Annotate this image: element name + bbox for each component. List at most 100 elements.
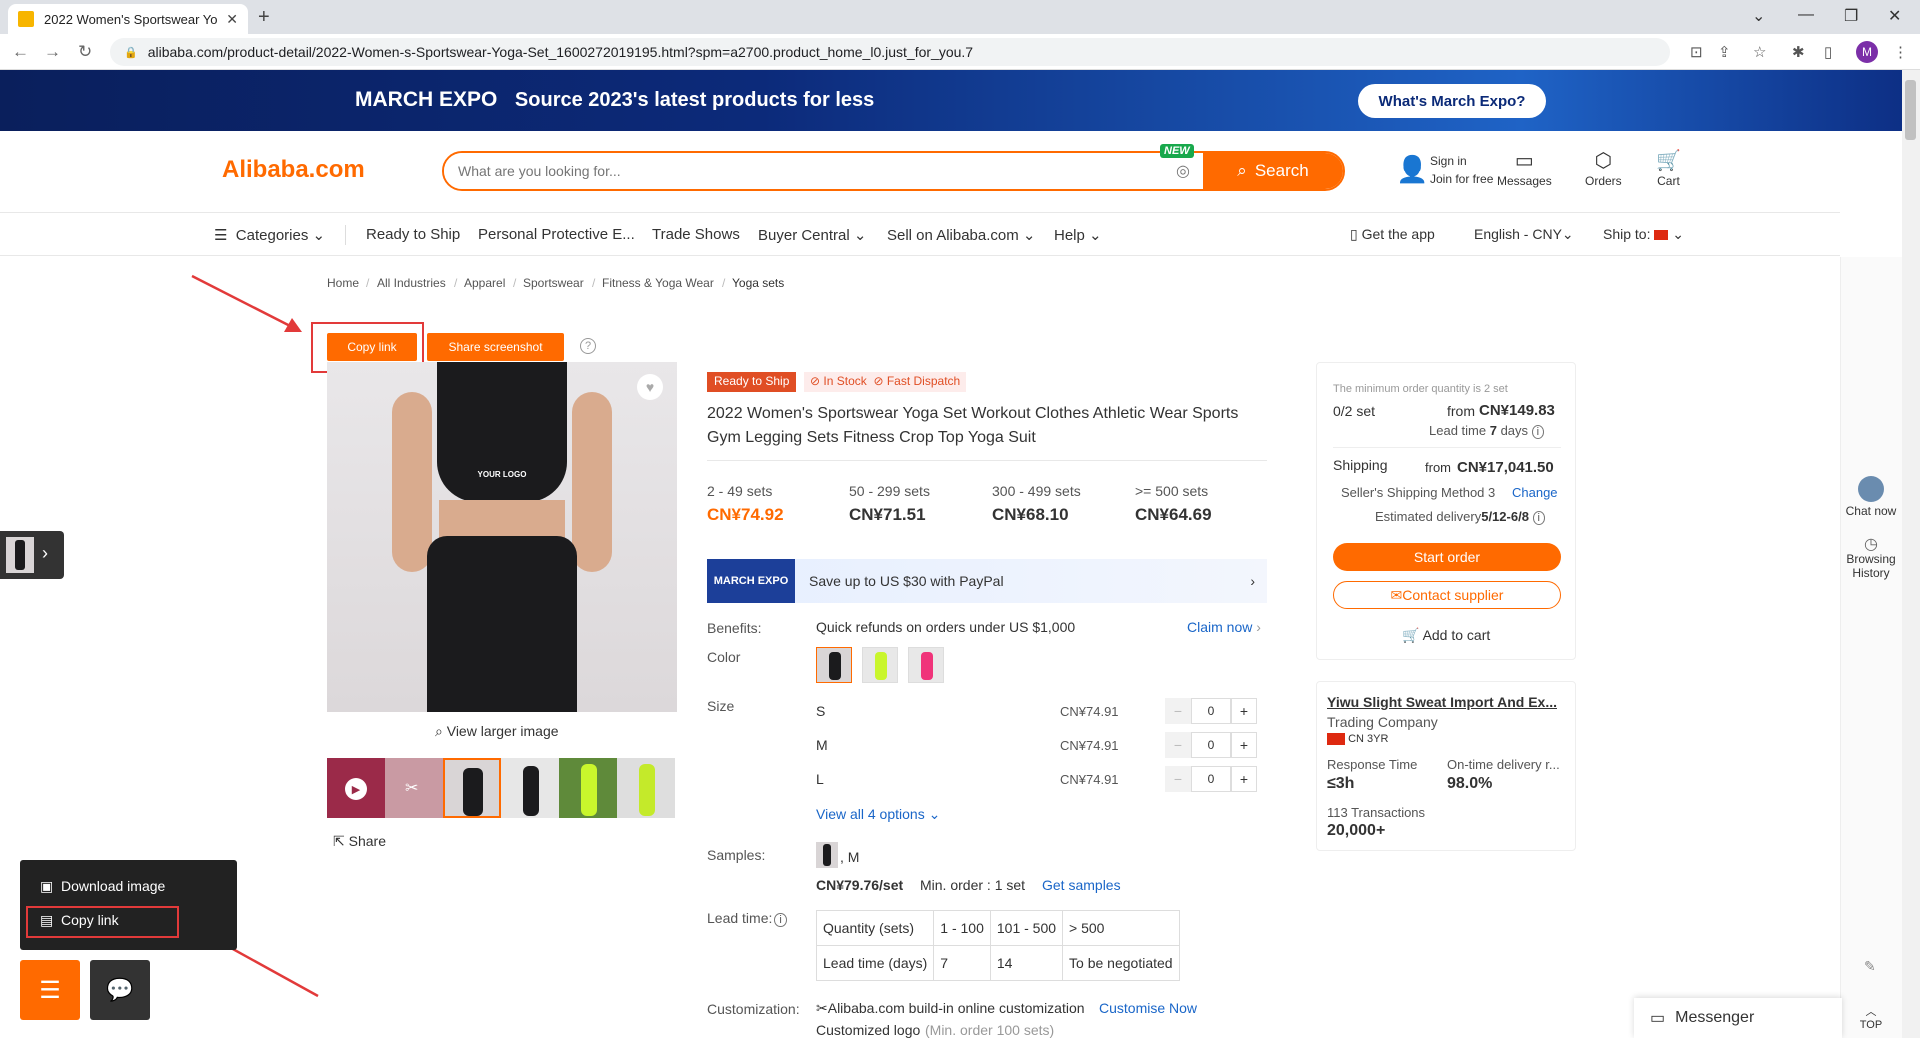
alibaba-logo[interactable]: Alibaba.com	[222, 156, 365, 184]
browser-menu-icon[interactable]: ⋮	[1893, 43, 1908, 61]
share-page-icon[interactable]: ⇪	[1718, 43, 1731, 61]
reload-icon[interactable]: ↻	[78, 42, 92, 62]
camera-search-icon[interactable]: ◎	[1163, 153, 1203, 189]
bookmark-star-icon[interactable]: ☆	[1753, 43, 1766, 61]
share-screenshot-button[interactable]: Share screenshot	[427, 333, 564, 361]
back-icon[interactable]: ←	[12, 42, 29, 62]
nav-ready-to-ship[interactable]: Ready to Ship	[366, 226, 460, 243]
breadcrumb-fitness-yoga[interactable]: Fitness & Yoga Wear	[602, 276, 714, 290]
quantity-input[interactable]: 0	[1191, 732, 1231, 758]
contact-supplier-button[interactable]: ✉ Contact supplier	[1333, 581, 1561, 609]
profile-avatar[interactable]: M	[1856, 41, 1878, 63]
help-icon[interactable]: ?	[580, 338, 596, 354]
feedback-icon[interactable]: ✎	[1864, 958, 1876, 975]
breadcrumb-apparel[interactable]: Apparel	[464, 276, 505, 290]
browsing-history-button[interactable]: ◷ Browsing History	[1844, 537, 1898, 581]
orders-link[interactable]: ⬡ Orders	[1585, 148, 1622, 188]
decrement-button[interactable]: −	[1165, 698, 1191, 724]
china-flag-icon	[1327, 733, 1345, 746]
thumbnail-image[interactable]	[559, 758, 617, 818]
info-icon[interactable]: i	[774, 913, 787, 927]
thumbnail-image[interactable]	[617, 758, 675, 818]
sign-in-area[interactable]: 👤 Sign in Join for free	[1396, 152, 1493, 188]
change-shipping-link[interactable]: Change	[1512, 485, 1558, 500]
get-samples-link[interactable]: Get samples	[1042, 877, 1121, 893]
share-menu-button[interactable]: ☰	[20, 960, 80, 1020]
page-scrollbar[interactable]	[1902, 70, 1920, 1038]
chat-bubble-button[interactable]: 💬	[90, 960, 150, 1020]
close-window-icon[interactable]: ✕	[1888, 6, 1901, 26]
address-bar[interactable]: 🔒 alibaba.com/product-detail/2022-Women-…	[110, 38, 1670, 66]
browser-tab[interactable]: 2022 Women's Sportswear Yo ✕	[8, 4, 248, 34]
minimize-icon[interactable]: —	[1798, 6, 1814, 24]
messenger-bar[interactable]: ▭ Messenger	[1634, 998, 1842, 1038]
translate-icon[interactable]: ⊡	[1690, 43, 1703, 61]
whats-march-expo-button[interactable]: What's March Expo?	[1358, 84, 1546, 118]
categories-menu[interactable]: ☰ Categories ⌄	[214, 226, 325, 244]
view-larger-image-link[interactable]: ⌕ View larger image	[435, 723, 559, 740]
close-tab-icon[interactable]: ✕	[226, 11, 238, 28]
view-larger-label: View larger image	[446, 723, 559, 739]
nav-help[interactable]: Help ⌄	[1054, 226, 1102, 244]
side-panel-icon[interactable]: ▯	[1824, 43, 1832, 61]
scrollbar-thumb[interactable]	[1905, 80, 1916, 140]
favorite-heart-icon[interactable]: ♥	[637, 374, 663, 400]
tab-search-icon[interactable]: ⌄	[1752, 6, 1765, 26]
supplier-name-link[interactable]: Yiwu Slight Sweat Import And Ex...	[1327, 694, 1557, 710]
floating-image-toggle[interactable]: ›	[0, 531, 64, 579]
cart-link[interactable]: 🛒 Cart	[1656, 148, 1681, 188]
search-button[interactable]: ⌕ Search	[1203, 153, 1343, 189]
increment-button[interactable]: +	[1231, 698, 1257, 724]
menu-icon: ☰	[39, 976, 61, 1004]
increment-button[interactable]: +	[1231, 732, 1257, 758]
paypal-promo-banner[interactable]: MARCH EXPO Save up to US $30 with PayPal…	[707, 559, 1267, 603]
search-input[interactable]	[444, 153, 1163, 189]
thumbnail-image[interactable]	[501, 758, 559, 818]
chat-now-button[interactable]: Chat now	[1844, 476, 1898, 518]
add-to-cart-button[interactable]: 🛒 Add to cart	[1402, 627, 1490, 644]
color-swatch-black[interactable]	[816, 647, 852, 683]
main-product-image[interactable]: YOUR LOGO ♥	[327, 362, 677, 712]
info-icon[interactable]: i	[1532, 511, 1545, 525]
claim-now-link[interactable]: Claim now ›	[1187, 619, 1261, 635]
info-icon[interactable]: i	[1531, 425, 1545, 439]
order-quantity: 0/2 set	[1333, 403, 1376, 419]
sign-in-link[interactable]: Sign in	[1430, 152, 1493, 170]
ship-to-selector[interactable]: Ship to: ⌄	[1603, 226, 1684, 243]
messages-link[interactable]: ▭ Messages	[1497, 148, 1552, 188]
color-label: Color	[707, 649, 741, 665]
decrement-button[interactable]: −	[1165, 732, 1191, 758]
download-image-option[interactable]: ▣ Download image	[40, 878, 165, 895]
share-link[interactable]: ⇱ Share	[333, 833, 386, 850]
nav-trade-shows[interactable]: Trade Shows	[652, 226, 740, 243]
color-swatch-pink[interactable]	[908, 647, 944, 683]
back-to-top-button[interactable]: ︿ TOP	[1856, 1003, 1886, 1031]
new-tab-icon[interactable]: +	[258, 6, 270, 29]
increment-button[interactable]: +	[1231, 766, 1257, 792]
color-swatch-lime[interactable]	[862, 647, 898, 683]
view-all-options-link[interactable]: View all 4 options ⌄	[816, 806, 940, 823]
quantity-input[interactable]: 0	[1191, 698, 1231, 724]
join-free-link[interactable]: Join for free	[1430, 170, 1493, 188]
nav-sell[interactable]: Sell on Alibaba.com ⌄	[887, 226, 1036, 244]
nav-ppe[interactable]: Personal Protective E...	[478, 226, 635, 243]
forward-icon[interactable]: →	[44, 42, 61, 62]
customise-now-link[interactable]: Customise Now	[1099, 1000, 1197, 1016]
nav-buyer-central[interactable]: Buyer Central ⌄	[758, 226, 866, 244]
breadcrumb-home[interactable]: Home	[327, 276, 359, 290]
quantity-input[interactable]: 0	[1191, 766, 1231, 792]
language-selector[interactable]: English - CNY⌄	[1474, 226, 1574, 243]
thumbnail-video[interactable]: ▶	[327, 758, 385, 818]
thumbnail-image-selected[interactable]	[443, 758, 501, 818]
breadcrumb-all-industries[interactable]: All Industries	[377, 276, 446, 290]
get-app-link[interactable]: ▯ Get the app	[1350, 226, 1435, 243]
restore-icon[interactable]: ❐	[1844, 6, 1858, 26]
start-order-button[interactable]: Start order	[1333, 543, 1561, 571]
thumbnail-image[interactable]: ✂	[385, 758, 443, 818]
extensions-icon[interactable]: ✱	[1792, 43, 1805, 61]
breadcrumb-sportswear[interactable]: Sportswear	[523, 276, 584, 290]
swatch-figure	[921, 652, 933, 680]
supplier-origin: CN 3YR	[1327, 733, 1388, 746]
decrement-button[interactable]: −	[1165, 766, 1191, 792]
march-expo-banner[interactable]: MARCH EXPO Source 2023's latest products…	[0, 70, 1902, 131]
